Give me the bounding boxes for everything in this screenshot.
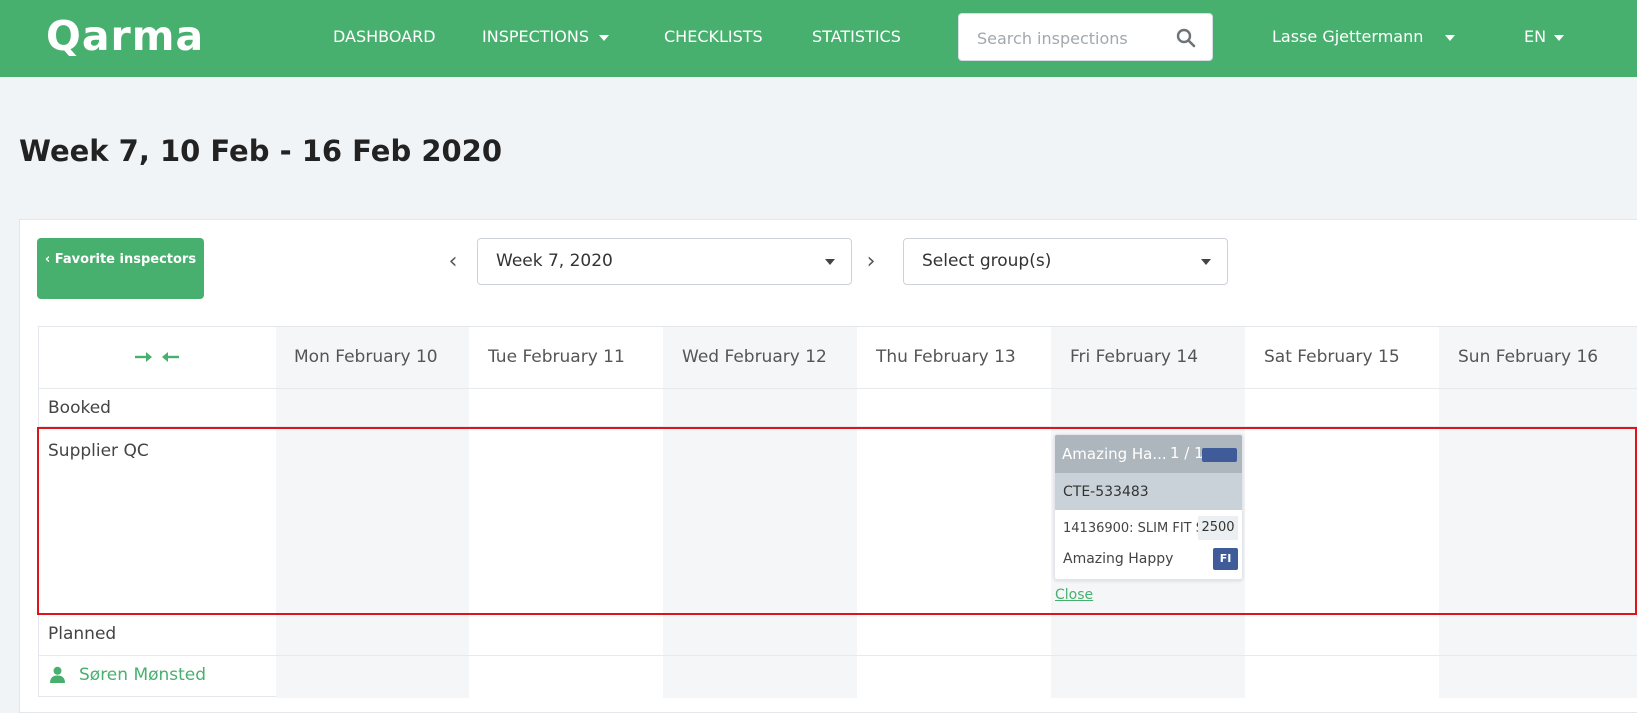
qarma-logo[interactable]: Qarma [46,12,204,60]
chevron-down-icon [825,259,835,265]
previous-week-icon[interactable]: ‹ [443,250,463,274]
row-label-booked: Booked [48,398,111,418]
day-header-tue: Tue February 11 [488,347,625,367]
user-icon [50,666,65,683]
nav-inspections[interactable]: INSPECTIONS [482,26,609,48]
chevron-down-icon [1445,34,1456,41]
close-link[interactable]: Close [1055,587,1093,603]
chevron-down-icon [1554,34,1565,41]
favorite-inspectors-button[interactable]: ‹ Favorite inspectors [37,238,204,299]
chevron-down-icon [598,34,609,41]
language-menu[interactable]: EN [1524,26,1565,48]
language-label: EN [1524,27,1547,46]
group-select-value: Select group(s) [922,251,1052,271]
day-header-wed: Wed February 12 [682,347,827,367]
nav-statistics-label: STATISTICS [812,27,901,46]
nav-checklists-label: CHECKLISTS [664,27,763,46]
expand-collapse-icon[interactable] [133,348,181,366]
inspection-reference-row[interactable]: CTE-533483 [1055,473,1242,510]
week-select[interactable]: Week 7, 2020 [477,238,852,285]
status-tag [1202,448,1237,462]
row-divider [39,388,1637,389]
row-divider [39,655,1637,656]
search-box [958,13,1213,61]
group-select[interactable]: Select group(s) [903,238,1228,285]
row-label-planned: Planned [48,624,117,644]
day-header-thu: Thu February 13 [876,347,1016,367]
user-menu[interactable]: Lasse Gjettermann [1272,26,1456,48]
nav-dashboard-label: DASHBOARD [333,27,436,46]
day-header-fri: Fri February 14 [1070,347,1199,367]
inspection-type-badge: FI [1213,548,1238,570]
next-week-icon[interactable]: › [861,250,881,274]
highlight-box [37,427,1637,615]
day-header-sat: Sat February 15 [1264,347,1400,367]
inspection-card-title: Amazing Ha... [1062,445,1167,463]
nav-checklists[interactable]: CHECKLISTS [664,26,763,48]
nav-inspections-label: INSPECTIONS [482,27,589,46]
page-title: Week 7, 10 Feb - 16 Feb 2020 [19,134,503,168]
inspection-card-header: Amazing Ha... 1 / 1 [1055,435,1242,473]
inspection-supplier: Amazing Happy [1063,551,1174,567]
inspection-item: 14136900: SLIM FIT SI [1063,521,1198,536]
inspection-card-count: 1 / 1 [1170,444,1204,462]
week-select-value: Week 7, 2020 [496,251,613,271]
search-icon[interactable] [1176,28,1196,48]
inspection-reference: CTE-533483 [1063,484,1149,500]
top-navbar: Qarma DASHBOARD INSPECTIONS CHECKLISTS S… [0,0,1637,77]
inspection-quantity: 2500 [1198,516,1238,540]
day-header-sun: Sun February 16 [1458,347,1599,367]
day-header-mon: Mon February 10 [294,347,438,367]
nav-dashboard[interactable]: DASHBOARD [333,26,436,48]
nav-statistics[interactable]: STATISTICS [812,26,901,48]
inspection-card[interactable]: Amazing Ha... 1 / 1 CTE-533483 14136900:… [1054,434,1243,580]
search-input[interactable] [977,26,1167,50]
user-name: Lasse Gjettermann [1272,27,1424,46]
inspector-name[interactable]: Søren Mønsted [79,665,206,685]
chevron-down-icon [1201,259,1211,265]
